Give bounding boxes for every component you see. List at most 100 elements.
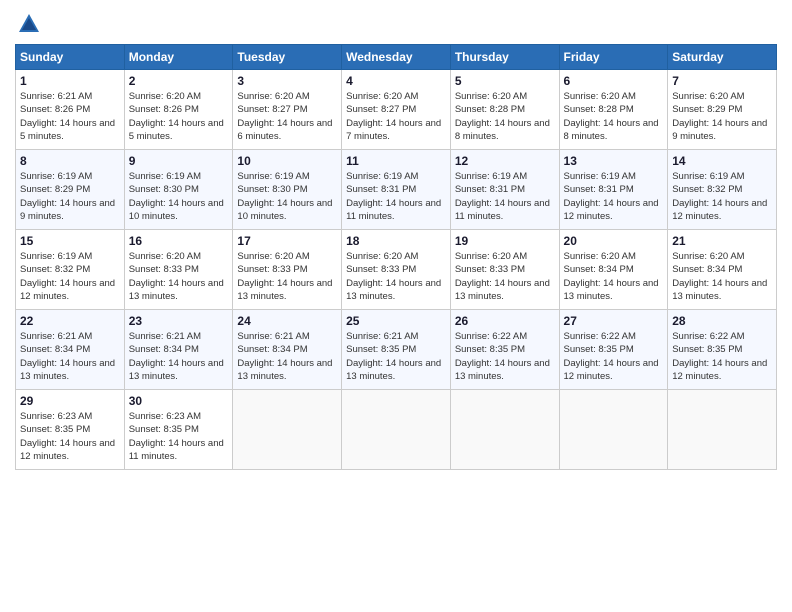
day-number: 20 [564, 234, 664, 248]
week-row-4: 22 Sunrise: 6:21 AMSunset: 8:34 PMDayligh… [16, 310, 777, 390]
day-info: Sunrise: 6:21 AMSunset: 8:34 PMDaylight:… [129, 330, 229, 383]
day-cell: 5 Sunrise: 6:20 AMSunset: 8:28 PMDaylight… [450, 70, 559, 150]
day-info: Sunrise: 6:20 AMSunset: 8:34 PMDaylight:… [672, 250, 772, 303]
day-number: 10 [237, 154, 337, 168]
day-cell: 6 Sunrise: 6:20 AMSunset: 8:28 PMDaylight… [559, 70, 668, 150]
day-info: Sunrise: 6:20 AMSunset: 8:27 PMDaylight:… [346, 90, 446, 143]
day-cell: 22 Sunrise: 6:21 AMSunset: 8:34 PMDayligh… [16, 310, 125, 390]
day-info: Sunrise: 6:22 AMSunset: 8:35 PMDaylight:… [455, 330, 555, 383]
day-number: 1 [20, 74, 120, 88]
day-number: 3 [237, 74, 337, 88]
day-info: Sunrise: 6:20 AMSunset: 8:33 PMDaylight:… [455, 250, 555, 303]
day-cell: 21 Sunrise: 6:20 AMSunset: 8:34 PMDayligh… [668, 230, 777, 310]
day-number: 4 [346, 74, 446, 88]
day-info: Sunrise: 6:20 AMSunset: 8:26 PMDaylight:… [129, 90, 229, 143]
day-cell: 19 Sunrise: 6:20 AMSunset: 8:33 PMDayligh… [450, 230, 559, 310]
week-row-5: 29 Sunrise: 6:23 AMSunset: 8:35 PMDayligh… [16, 390, 777, 470]
day-info: Sunrise: 6:19 AMSunset: 8:31 PMDaylight:… [455, 170, 555, 223]
day-info: Sunrise: 6:19 AMSunset: 8:30 PMDaylight:… [237, 170, 337, 223]
day-cell: 13 Sunrise: 6:19 AMSunset: 8:31 PMDayligh… [559, 150, 668, 230]
logo-icon [15, 10, 43, 38]
day-number: 17 [237, 234, 337, 248]
day-info: Sunrise: 6:20 AMSunset: 8:33 PMDaylight:… [129, 250, 229, 303]
day-number: 19 [455, 234, 555, 248]
day-info: Sunrise: 6:21 AMSunset: 8:35 PMDaylight:… [346, 330, 446, 383]
day-number: 28 [672, 314, 772, 328]
day-info: Sunrise: 6:19 AMSunset: 8:31 PMDaylight:… [346, 170, 446, 223]
day-info: Sunrise: 6:22 AMSunset: 8:35 PMDaylight:… [564, 330, 664, 383]
day-info: Sunrise: 6:21 AMSunset: 8:34 PMDaylight:… [237, 330, 337, 383]
day-cell: 26 Sunrise: 6:22 AMSunset: 8:35 PMDayligh… [450, 310, 559, 390]
day-cell: 30 Sunrise: 6:23 AMSunset: 8:35 PMDayligh… [124, 390, 233, 470]
col-header-wednesday: Wednesday [342, 45, 451, 70]
day-info: Sunrise: 6:20 AMSunset: 8:33 PMDaylight:… [237, 250, 337, 303]
day-cell: 12 Sunrise: 6:19 AMSunset: 8:31 PMDayligh… [450, 150, 559, 230]
day-cell: 24 Sunrise: 6:21 AMSunset: 8:34 PMDayligh… [233, 310, 342, 390]
day-cell [342, 390, 451, 470]
day-info: Sunrise: 6:21 AMSunset: 8:26 PMDaylight:… [20, 90, 120, 143]
day-number: 26 [455, 314, 555, 328]
day-number: 7 [672, 74, 772, 88]
day-info: Sunrise: 6:20 AMSunset: 8:33 PMDaylight:… [346, 250, 446, 303]
day-number: 13 [564, 154, 664, 168]
day-cell [559, 390, 668, 470]
day-info: Sunrise: 6:19 AMSunset: 8:31 PMDaylight:… [564, 170, 664, 223]
day-cell: 15 Sunrise: 6:19 AMSunset: 8:32 PMDayligh… [16, 230, 125, 310]
day-cell: 3Sunrise: 6:20 AMSunset: 8:27 PMDaylight… [233, 70, 342, 150]
col-header-sunday: Sunday [16, 45, 125, 70]
day-info: Sunrise: 6:19 AMSunset: 8:30 PMDaylight:… [129, 170, 229, 223]
page: SundayMondayTuesdayWednesdayThursdayFrid… [0, 0, 792, 612]
header [15, 10, 777, 38]
day-info: Sunrise: 6:23 AMSunset: 8:35 PMDaylight:… [129, 410, 229, 463]
day-info: Sunrise: 6:20 AMSunset: 8:28 PMDaylight:… [564, 90, 664, 143]
day-number: 23 [129, 314, 229, 328]
day-cell [233, 390, 342, 470]
day-number: 5 [455, 74, 555, 88]
day-cell: 25 Sunrise: 6:21 AMSunset: 8:35 PMDayligh… [342, 310, 451, 390]
col-header-tuesday: Tuesday [233, 45, 342, 70]
day-number: 30 [129, 394, 229, 408]
day-number: 12 [455, 154, 555, 168]
day-cell: 1 Sunrise: 6:21 AMSunset: 8:26 PMDaylight… [16, 70, 125, 150]
day-cell: 10 Sunrise: 6:19 AMSunset: 8:30 PMDayligh… [233, 150, 342, 230]
day-info: Sunrise: 6:20 AMSunset: 8:29 PMDaylight:… [672, 90, 772, 143]
day-cell: 20 Sunrise: 6:20 AMSunset: 8:34 PMDayligh… [559, 230, 668, 310]
day-cell: 29 Sunrise: 6:23 AMSunset: 8:35 PMDayligh… [16, 390, 125, 470]
col-header-friday: Friday [559, 45, 668, 70]
day-info: Sunrise: 6:23 AMSunset: 8:35 PMDaylight:… [20, 410, 120, 463]
day-info: Sunrise: 6:19 AMSunset: 8:32 PMDaylight:… [20, 250, 120, 303]
day-info: Sunrise: 6:20 AMSunset: 8:28 PMDaylight:… [455, 90, 555, 143]
day-info: Sunrise: 6:20 AMSunset: 8:34 PMDaylight:… [564, 250, 664, 303]
day-cell [668, 390, 777, 470]
col-header-saturday: Saturday [668, 45, 777, 70]
day-info: Sunrise: 6:19 AMSunset: 8:29 PMDaylight:… [20, 170, 120, 223]
day-info: Sunrise: 6:21 AMSunset: 8:34 PMDaylight:… [20, 330, 120, 383]
day-cell: 2 Sunrise: 6:20 AMSunset: 8:26 PMDaylight… [124, 70, 233, 150]
day-info: Sunrise: 6:19 AMSunset: 8:32 PMDaylight:… [672, 170, 772, 223]
day-cell [450, 390, 559, 470]
day-cell: 9Sunrise: 6:19 AMSunset: 8:30 PMDaylight… [124, 150, 233, 230]
col-header-monday: Monday [124, 45, 233, 70]
day-number: 15 [20, 234, 120, 248]
day-cell: 14 Sunrise: 6:19 AMSunset: 8:32 PMDayligh… [668, 150, 777, 230]
day-cell: 23 Sunrise: 6:21 AMSunset: 8:34 PMDayligh… [124, 310, 233, 390]
day-cell: 8Sunrise: 6:19 AMSunset: 8:29 PMDaylight… [16, 150, 125, 230]
day-number: 25 [346, 314, 446, 328]
day-number: 24 [237, 314, 337, 328]
day-number: 6 [564, 74, 664, 88]
calendar-table: SundayMondayTuesdayWednesdayThursdayFrid… [15, 44, 777, 470]
day-number: 22 [20, 314, 120, 328]
day-number: 14 [672, 154, 772, 168]
day-number: 11 [346, 154, 446, 168]
day-number: 18 [346, 234, 446, 248]
header-row: SundayMondayTuesdayWednesdayThursdayFrid… [16, 45, 777, 70]
day-cell: 16Sunrise: 6:20 AMSunset: 8:33 PMDayligh… [124, 230, 233, 310]
col-header-thursday: Thursday [450, 45, 559, 70]
day-cell: 7 Sunrise: 6:20 AMSunset: 8:29 PMDaylight… [668, 70, 777, 150]
day-number: 29 [20, 394, 120, 408]
day-cell: 11 Sunrise: 6:19 AMSunset: 8:31 PMDayligh… [342, 150, 451, 230]
day-number: 2 [129, 74, 229, 88]
day-number: 21 [672, 234, 772, 248]
week-row-2: 8Sunrise: 6:19 AMSunset: 8:29 PMDaylight… [16, 150, 777, 230]
day-cell: 17 Sunrise: 6:20 AMSunset: 8:33 PMDayligh… [233, 230, 342, 310]
